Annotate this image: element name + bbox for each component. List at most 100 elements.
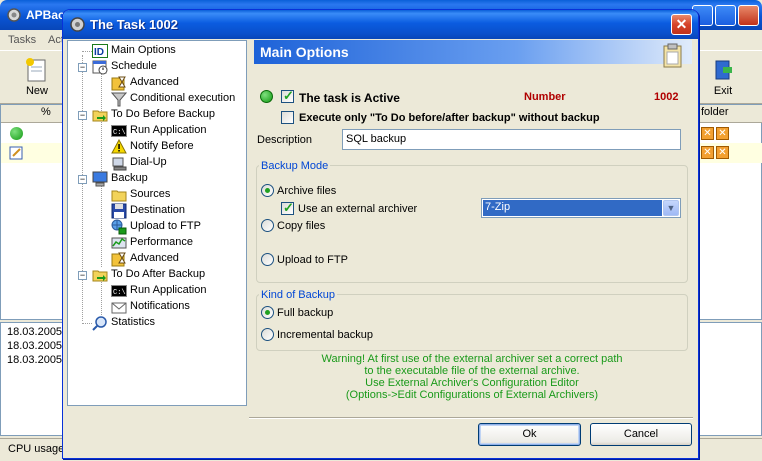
task-active-label: The task is Active <box>299 91 400 105</box>
tree-item-label: Upload to FTP <box>130 220 201 232</box>
tree-connector <box>101 279 102 315</box>
copy-files-radio[interactable] <box>261 219 274 232</box>
archiver-select[interactable]: 7-Zip ▼ <box>481 198 681 218</box>
dialog-body: − − − − ID Main Options Schedule Advance… <box>66 39 695 457</box>
cross-icon: ✕ <box>701 146 714 159</box>
task-active-checkbox[interactable]: ✓ <box>281 88 294 103</box>
chevron-down-icon[interactable]: ▼ <box>663 200 679 216</box>
panel-title: Main Options <box>260 44 349 60</box>
svg-text:ID: ID <box>94 47 104 58</box>
svg-text:C:\: C:\ <box>113 289 126 297</box>
dialog-title: The Task 1002 <box>90 17 178 32</box>
new-button-label: New <box>25 85 48 97</box>
description-label: Description <box>257 134 313 146</box>
kind-of-backup-group <box>256 294 688 351</box>
new-document-icon <box>26 58 46 82</box>
warning-icon <box>111 139 127 154</box>
envelope-icon <box>111 302 127 314</box>
schedule-expander[interactable]: − <box>78 63 87 72</box>
hourglass-icon <box>111 76 126 91</box>
computer-icon <box>92 171 108 187</box>
checkmark-icon: ✓ <box>283 88 294 103</box>
upload-ftp-radio[interactable] <box>261 253 274 266</box>
tree-item-label: To Do After Backup <box>111 268 206 280</box>
description-input[interactable]: SQL backup <box>342 129 681 150</box>
cancel-button[interactable]: Cancel <box>590 423 692 446</box>
cross-icon: ✕ <box>716 146 729 159</box>
ok-button[interactable]: Ok <box>478 423 581 446</box>
close-icon: ✕ <box>675 16 688 32</box>
maximize-button[interactable] <box>715 5 736 26</box>
cross-icon: ✕ <box>716 127 729 140</box>
backup-expander[interactable]: − <box>78 175 87 184</box>
app-logo-icon <box>7 8 21 22</box>
external-archiver-warning: Warning! At first use of the external ar… <box>256 353 688 401</box>
svg-text:C:\: C:\ <box>113 129 126 137</box>
log-line: 18.03.2005 <box>7 326 63 338</box>
clipboard-icon <box>663 43 682 68</box>
main-close-button[interactable] <box>738 5 759 26</box>
panel-header: Main Options <box>254 40 692 68</box>
active-status-icon <box>10 127 23 140</box>
upload-ftp-label: Upload to FTP <box>277 254 348 266</box>
new-task-button[interactable]: New <box>17 55 57 101</box>
exit-button[interactable]: Exit <box>703 55 743 101</box>
tree-item-label: Dial-Up <box>130 156 167 168</box>
tree-item-label: Notifications <box>130 300 190 312</box>
button-divider <box>249 417 693 419</box>
warning-line: Use External Archiver's Configuration Ed… <box>365 377 579 389</box>
dialog-titlebar[interactable]: The Task 1002 ✕ <box>63 10 698 39</box>
log-line: 18.03.2005 <box>7 354 63 366</box>
grid-col-percent[interactable]: % <box>41 106 51 118</box>
task-gear-icon <box>70 17 85 32</box>
description-value: SQL backup <box>346 133 407 145</box>
warning-line: (Options->Edit Configurations of Externa… <box>345 389 599 401</box>
hourglass-icon <box>111 252 126 267</box>
console-icon: C:\ <box>111 285 127 297</box>
tree-connector <box>82 323 92 324</box>
backup-mode-title: Backup Mode <box>259 160 331 172</box>
before-backup-expander[interactable]: − <box>78 111 87 120</box>
statistics-icon <box>92 316 107 331</box>
warning-line: Warning! At first use of the external ar… <box>321 353 623 365</box>
dialup-icon <box>112 157 127 171</box>
edit-note-icon <box>9 146 23 160</box>
full-backup-radio[interactable] <box>261 306 274 319</box>
full-backup-label: Full backup <box>277 307 334 319</box>
number-label: Number <box>524 91 566 103</box>
after-backup-expander[interactable]: − <box>78 271 87 280</box>
folder-arrow-icon <box>92 270 108 282</box>
archive-files-radio[interactable] <box>261 184 274 197</box>
tree-item-label: Statistics <box>111 316 156 328</box>
tree-item-label: Advanced <box>130 252 179 264</box>
tree-connector <box>101 183 102 267</box>
dialog-close-button[interactable]: ✕ <box>671 14 692 35</box>
kind-of-backup-title: Kind of Backup <box>259 289 337 301</box>
tree-item-label: Destination <box>130 204 186 216</box>
archiver-select-value: 7-Zip <box>483 200 662 216</box>
tree-item-label: Conditional execution <box>130 92 236 104</box>
task-dialog: The Task 1002 ✕ − − − − ID Main Options … <box>62 9 699 459</box>
radio-dot <box>265 310 270 315</box>
tree-connector <box>82 55 83 321</box>
tree-item-label: Notify Before <box>130 140 194 152</box>
execute-only-checkbox[interactable] <box>281 111 294 124</box>
incremental-backup-radio[interactable] <box>261 328 274 341</box>
log-line: 18.03.2005 <box>7 340 63 352</box>
active-status-icon <box>260 90 273 103</box>
tree-item-label: Schedule <box>111 60 157 72</box>
tree-connector <box>82 51 92 52</box>
folder-icon <box>111 190 127 202</box>
folder-flags-row2: ✕ ✕ <box>701 146 731 160</box>
grid-col-folder[interactable]: folder <box>701 106 729 118</box>
menu-tasks[interactable]: Tasks <box>8 34 36 46</box>
tree-item-label: Performance <box>130 236 193 248</box>
tree-item-label: Run Application <box>130 124 207 136</box>
tree-item-label: Sources <box>130 188 171 200</box>
tree-item-label: Main Options <box>111 44 176 56</box>
use-external-archiver-checkbox[interactable]: ✓ <box>281 200 294 215</box>
tree-item-label: To Do Before Backup <box>111 108 215 120</box>
folder-arrow-icon <box>92 110 108 122</box>
ftp-icon <box>111 219 127 235</box>
options-tree[interactable]: − − − − ID Main Options Schedule Advance… <box>67 40 247 406</box>
